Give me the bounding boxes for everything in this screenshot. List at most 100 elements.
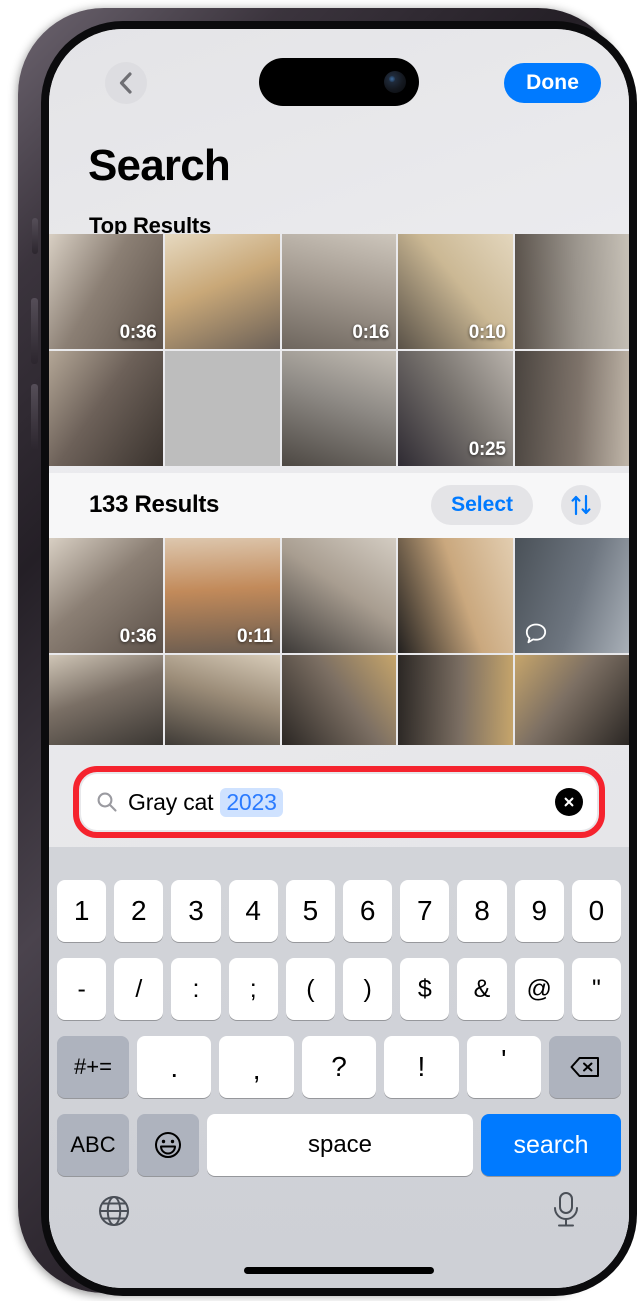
photo-cell[interactable]: [281, 655, 397, 745]
key-num-4[interactable]: 5: [285, 880, 336, 942]
key-sym-1[interactable]: /: [114, 958, 164, 1020]
key-sym-2-label: :: [192, 974, 200, 1003]
volume-up-button[interactable]: [31, 298, 38, 364]
photo-cell[interactable]: [398, 655, 513, 745]
key-num-8-label: 9: [531, 895, 548, 926]
key-sym-9-label: ": [591, 974, 601, 1003]
photo-cell[interactable]: [514, 538, 629, 653]
photo-thumbnail: [514, 655, 629, 745]
key-num-5[interactable]: 6: [343, 880, 393, 942]
photo-cell[interactable]: [281, 351, 397, 466]
key-sym-9[interactable]: ": [571, 958, 622, 1020]
done-button-label: Done: [526, 71, 579, 94]
photo-thumbnail: [49, 655, 164, 745]
keyboard-row-symbols: - /:; () $ & @ ": [49, 958, 629, 1020]
comment-bubble-icon: [525, 623, 546, 644]
backspace-icon: [570, 1057, 600, 1077]
chevron-left-icon: [119, 72, 132, 94]
key-num-2[interactable]: 3: [171, 880, 221, 942]
key-sym-4[interactable]: (: [285, 958, 336, 1020]
key-symbols-toggle-label: #+=: [74, 1054, 112, 1079]
key-sym-6-label: $: [417, 974, 432, 1003]
photo-thumbnail: [165, 234, 280, 349]
comment-badge: [523, 621, 549, 647]
key-question-mark[interactable]: ?: [301, 1036, 377, 1098]
sort-button[interactable]: [561, 485, 601, 525]
select-button[interactable]: Select: [431, 485, 533, 525]
front-camera-icon: [384, 71, 406, 93]
back-button[interactable]: [105, 62, 147, 104]
key-sym-2[interactable]: :: [171, 958, 221, 1020]
key-sym-5[interactable]: ): [343, 958, 393, 1020]
key-exclamation[interactable]: !: [384, 1036, 459, 1098]
volume-down-button[interactable]: [31, 384, 38, 450]
key-sym-3[interactable]: ;: [228, 958, 278, 1020]
key-num-9[interactable]: 0: [571, 880, 622, 942]
key-sym-7-label: &: [473, 974, 491, 1003]
key-num-0[interactable]: 1: [57, 880, 107, 942]
select-button-label: Select: [451, 493, 513, 516]
microphone-icon: [554, 1192, 578, 1227]
photo-thumbnail: [281, 538, 397, 653]
key-sym-8[interactable]: @: [514, 958, 564, 1020]
photo-cell[interactable]: 0:16: [281, 234, 397, 349]
key-backspace[interactable]: [549, 1036, 622, 1098]
photo-thumbnail: [281, 655, 397, 745]
video-duration-label: 0:25: [468, 439, 506, 460]
done-button[interactable]: Done: [504, 63, 601, 103]
photo-cell[interactable]: 0:10: [398, 234, 513, 349]
globe-button[interactable]: [95, 1192, 133, 1235]
search-bar-highlight-annotation: [73, 766, 605, 838]
dynamic-island: [259, 58, 419, 106]
photo-thumbnail: [514, 351, 629, 466]
on-screen-keyboard: 1234567890 - /:;() $ & @ " #+= . , ? ! '…: [49, 847, 629, 1288]
key-question-mark-label: ?: [331, 1051, 347, 1082]
key-space[interactable]: space: [207, 1114, 473, 1176]
video-duration-label: 0:16: [352, 322, 390, 343]
home-indicator[interactable]: [244, 1267, 434, 1274]
phone-screen: Done Search Top Results 0:36 0:16 0:10 0:25…: [49, 29, 629, 1288]
key-period[interactable]: .: [137, 1036, 212, 1098]
photo-cell[interactable]: [398, 538, 513, 653]
photo-cell[interactable]: [165, 655, 280, 745]
photo-cell[interactable]: 0:11: [165, 538, 280, 653]
key-sym-6[interactable]: $: [400, 958, 450, 1020]
photo-cell[interactable]: [514, 234, 629, 349]
photo-cell[interactable]: [514, 351, 629, 466]
key-comma[interactable]: ,: [219, 1036, 294, 1098]
silent-switch[interactable]: [32, 218, 38, 254]
photo-thumbnail: [49, 351, 164, 466]
key-sym-7[interactable]: &: [457, 958, 507, 1020]
photo-cell[interactable]: [514, 655, 629, 745]
sort-arrows-icon: [571, 494, 591, 516]
photo-thumbnail: [398, 538, 513, 653]
results-grid: 0:36 0:11: [49, 538, 629, 745]
key-exclamation-label: !: [417, 1051, 426, 1082]
key-search-return[interactable]: search: [481, 1114, 621, 1176]
key-num-0-label: 1: [73, 895, 90, 926]
key-num-7[interactable]: 8: [457, 880, 507, 942]
key-num-6[interactable]: 7: [400, 880, 450, 942]
key-emoji[interactable]: [137, 1114, 199, 1176]
photo-cell[interactable]: 0:36: [49, 538, 164, 653]
photo-cell[interactable]: [281, 538, 397, 653]
photo-cell[interactable]: 0:36: [49, 234, 164, 349]
key-symbols-toggle[interactable]: #+=: [57, 1036, 129, 1098]
key-abc-toggle[interactable]: ABC: [57, 1114, 129, 1176]
photo-cell[interactable]: [49, 655, 164, 745]
key-sym-0[interactable]: -: [57, 958, 107, 1020]
video-duration-label: 0:36: [119, 322, 157, 343]
photo-cell[interactable]: [165, 351, 280, 466]
photo-thumbnail: [398, 655, 513, 745]
photo-cell[interactable]: [165, 234, 280, 349]
dictation-button[interactable]: [549, 1190, 583, 1237]
key-comma-label: ,: [252, 1054, 261, 1085]
key-apostrophe[interactable]: ': [466, 1036, 542, 1098]
key-num-8[interactable]: 9: [514, 880, 564, 942]
photo-cell[interactable]: [49, 351, 164, 466]
keyboard-bottom-bar: [49, 1184, 629, 1264]
key-num-3[interactable]: 4: [228, 880, 278, 942]
photo-cell[interactable]: 0:25: [398, 351, 513, 466]
key-apostrophe-label: ': [501, 1044, 507, 1075]
key-num-1[interactable]: 2: [114, 880, 164, 942]
